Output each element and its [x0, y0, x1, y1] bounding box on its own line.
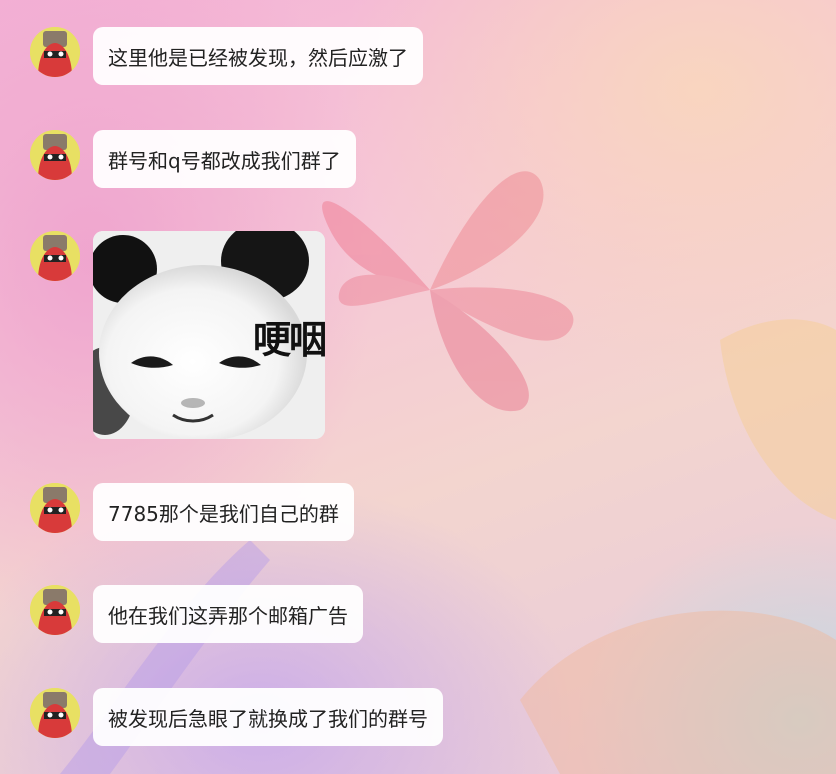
avatar[interactable]: [30, 130, 80, 180]
sticker-caption: 哽咽: [252, 318, 325, 362]
message-bubble[interactable]: 他在我们这弄那个邮箱广告: [93, 585, 363, 643]
message-bubble[interactable]: 被发现后急眼了就换成了我们的群号: [93, 688, 443, 746]
avatar-icon: [30, 231, 80, 281]
avatar[interactable]: [30, 231, 80, 281]
avatar-icon: [30, 483, 80, 533]
message-bubble[interactable]: 7785那个是我们自己的群: [93, 483, 354, 541]
chat-message-list[interactable]: 这里他是已经被发现，然后应激了 群号和q号都改成我们群了 哽咽 7785那个是我…: [0, 0, 836, 774]
avatar-icon: [30, 130, 80, 180]
avatar[interactable]: [30, 483, 80, 533]
avatar[interactable]: [30, 27, 80, 77]
avatar[interactable]: [30, 585, 80, 635]
panda-meme-sticker[interactable]: 哽咽: [93, 231, 325, 439]
avatar-icon: [30, 27, 80, 77]
message-bubble[interactable]: 这里他是已经被发现，然后应激了: [93, 27, 423, 85]
avatar[interactable]: [30, 688, 80, 738]
avatar-icon: [30, 688, 80, 738]
avatar-icon: [30, 585, 80, 635]
message-bubble[interactable]: 群号和q号都改成我们群了: [93, 130, 356, 188]
